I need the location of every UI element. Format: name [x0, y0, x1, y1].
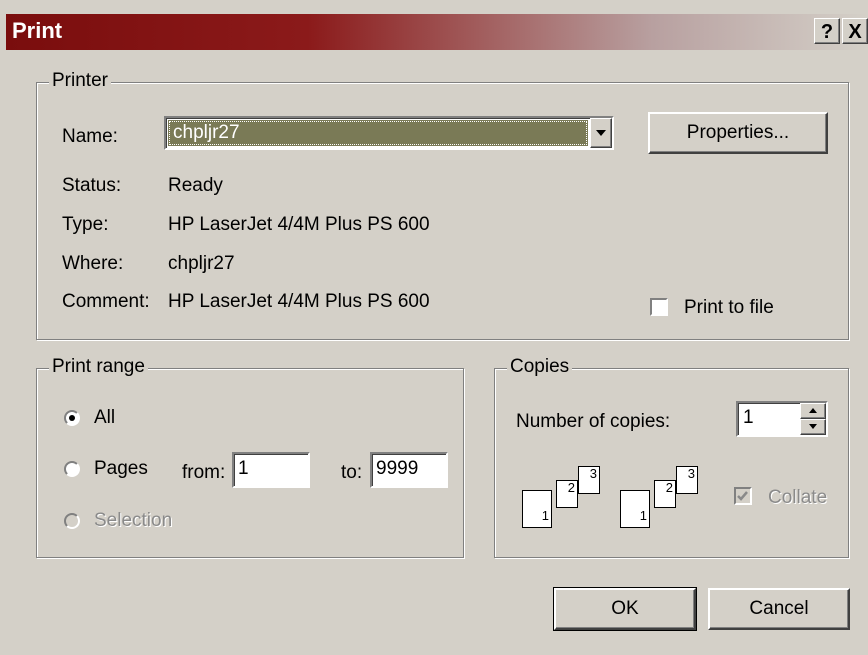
name-label: Name: — [62, 126, 118, 147]
where-value: chpljr27 — [168, 253, 235, 274]
chevron-up-icon — [809, 408, 817, 413]
radio-all[interactable] — [64, 410, 80, 426]
printer-name-selection: chpljr27 — [168, 120, 588, 146]
from-value: 1 — [238, 458, 249, 479]
print-to-file-label[interactable]: Print to file — [684, 297, 774, 319]
type-label: Type: — [62, 214, 109, 235]
page-icon-2: 2 — [556, 480, 578, 508]
from-label: from: — [182, 462, 226, 483]
copies-legend: Copies — [507, 356, 573, 378]
copies-spinner[interactable]: 1 — [736, 401, 828, 437]
status-label: Status: — [62, 175, 122, 196]
cancel-button[interactable]: Cancel — [708, 588, 850, 630]
page-icon-3b: 3 — [676, 466, 698, 494]
copies-up-button[interactable] — [800, 403, 826, 419]
ok-button[interactable]: OK — [553, 587, 697, 631]
print-to-file-checkbox[interactable] — [650, 298, 668, 316]
collate-label: Collate — [768, 487, 828, 508]
to-label: to: — [341, 462, 363, 483]
where-label: Where: — [62, 253, 124, 274]
page-icon-3: 3 — [578, 466, 600, 494]
printer-name-combo[interactable]: chpljr27 — [164, 116, 614, 150]
copies-value: 1 — [743, 407, 754, 428]
status-value: Ready — [168, 175, 223, 196]
chevron-down-icon — [596, 130, 606, 136]
printer-name-value: chpljr27 — [173, 122, 240, 143]
page-icon-1: 1 — [522, 490, 552, 528]
close-button[interactable]: X — [842, 18, 868, 44]
copies-group: Copies — [494, 356, 849, 558]
radio-pages[interactable] — [64, 461, 80, 477]
to-input[interactable]: 9999 — [370, 452, 448, 488]
radio-selection-label: Selection — [94, 510, 173, 531]
radio-selected-dot — [69, 415, 75, 421]
printer-dropdown-button[interactable] — [590, 118, 612, 148]
radio-selection[interactable] — [64, 513, 80, 529]
print-dialog: Print ? X Printer Name: chpljr27 Propert… — [0, 0, 868, 655]
copies-down-button[interactable] — [800, 419, 826, 435]
comment-value: HP LaserJet 4/4M Plus PS 600 — [168, 291, 430, 312]
to-value: 9999 — [376, 458, 419, 479]
comment-label: Comment: — [62, 291, 150, 312]
print-range-legend: Print range — [49, 356, 148, 378]
printer-legend: Printer — [49, 70, 111, 92]
page-icon-1b: 1 — [620, 490, 650, 528]
title-bar[interactable]: Print ? X — [6, 14, 868, 50]
page-icon-2b: 2 — [654, 480, 676, 508]
radio-all-label[interactable]: All — [94, 407, 115, 429]
type-value: HP LaserJet 4/4M Plus PS 600 — [168, 214, 430, 235]
properties-button[interactable]: Properties... — [648, 112, 828, 154]
dialog-title: Print — [12, 18, 63, 43]
checkmark-icon — [737, 491, 748, 501]
collate-checkbox[interactable] — [734, 487, 752, 505]
help-button[interactable]: ? — [814, 18, 840, 44]
radio-pages-label[interactable]: Pages — [94, 458, 148, 480]
from-input[interactable]: 1 — [232, 452, 310, 488]
number-of-copies-label: Number of copies: — [516, 411, 671, 432]
chevron-down-icon — [809, 424, 817, 429]
